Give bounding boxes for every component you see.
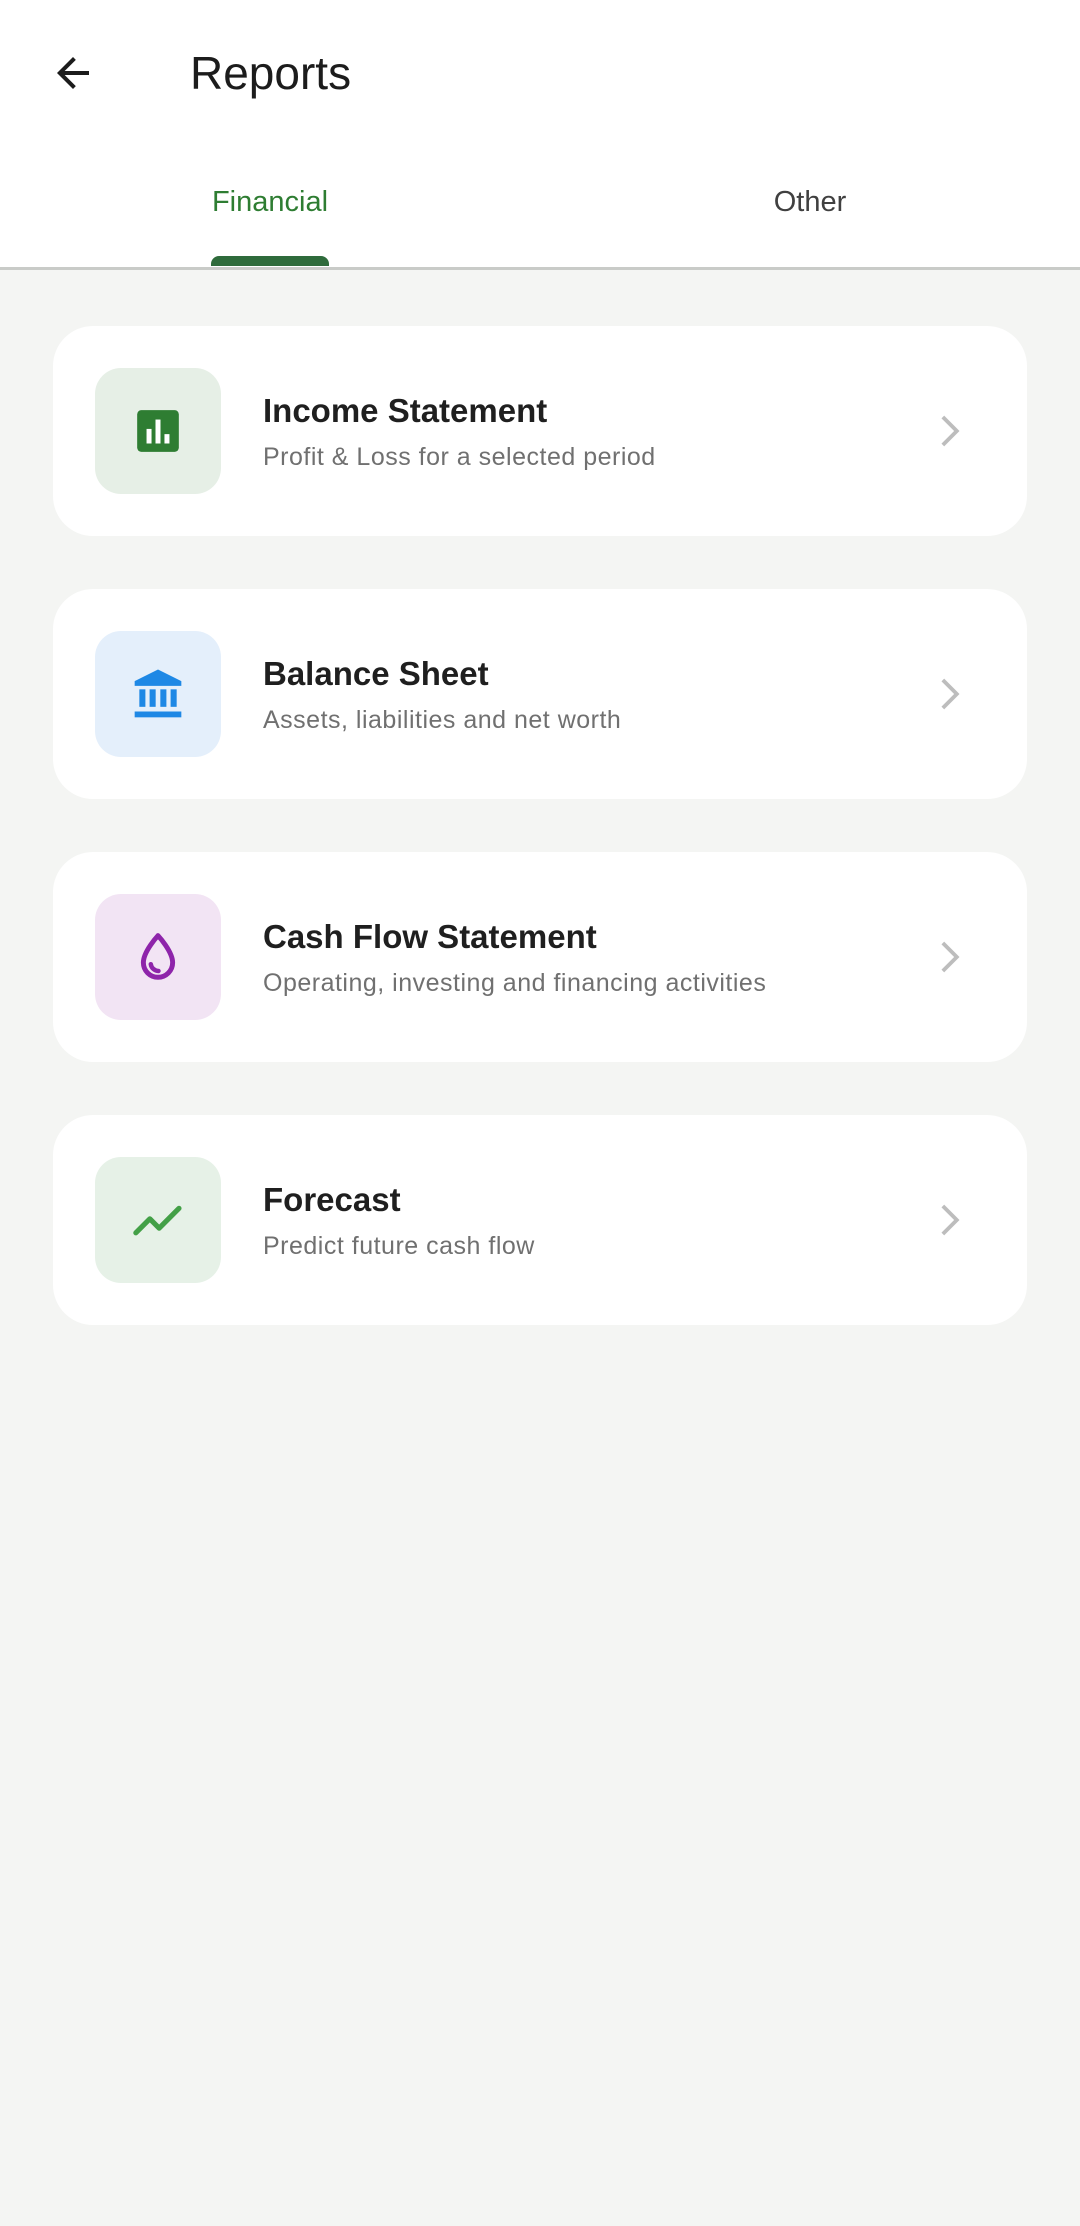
report-subtitle: Assets, liabilities and net worth — [263, 706, 622, 734]
tab-indicator — [210, 255, 330, 266]
report-title: Balance Sheet — [263, 655, 489, 692]
tab-bar: Financial Other — [0, 146, 1080, 270]
report-list: Income Statement Profit & Loss for a sel… — [53, 326, 1027, 1378]
chevron-right-icon — [925, 934, 971, 980]
icon-container — [95, 894, 221, 1020]
report-card-cash-flow-statement[interactable]: Cash Flow Statement Operating, investing… — [53, 852, 1027, 1062]
arrow-back-icon — [57, 57, 89, 89]
icon-container — [95, 368, 221, 494]
tab-label: Financial — [210, 182, 330, 266]
tab-other[interactable]: Other — [540, 146, 1080, 267]
trending-up-icon — [133, 1205, 182, 1236]
icon-container — [95, 631, 221, 757]
report-title: Cash Flow Statement — [263, 918, 597, 955]
tab-label: Other — [773, 185, 847, 218]
page-title: Reports — [190, 47, 352, 99]
report-card-forecast[interactable]: Forecast Predict future cash flow — [53, 1115, 1027, 1325]
bar-chart-icon — [137, 410, 179, 452]
chevron-right-icon — [925, 408, 971, 454]
bank-icon — [134, 669, 182, 718]
app-bar: Reports — [0, 0, 1080, 146]
tab-financial[interactable]: Financial — [0, 146, 540, 267]
report-subtitle: Profit & Loss for a selected period — [263, 443, 656, 471]
report-subtitle: Predict future cash flow — [263, 1232, 535, 1260]
report-title: Forecast — [263, 1181, 401, 1218]
report-card-income-statement[interactable]: Income Statement Profit & Loss for a sel… — [53, 326, 1027, 536]
back-button[interactable] — [30, 30, 116, 116]
icon-container — [95, 1157, 221, 1283]
report-title: Income Statement — [263, 392, 548, 429]
report-subtitle: Operating, investing and financing activ… — [263, 969, 767, 997]
report-card-balance-sheet[interactable]: Balance Sheet Assets, liabilities and ne… — [53, 589, 1027, 799]
chevron-right-icon — [925, 671, 971, 717]
water-drop-icon — [140, 933, 176, 980]
chevron-right-icon — [925, 1197, 971, 1243]
